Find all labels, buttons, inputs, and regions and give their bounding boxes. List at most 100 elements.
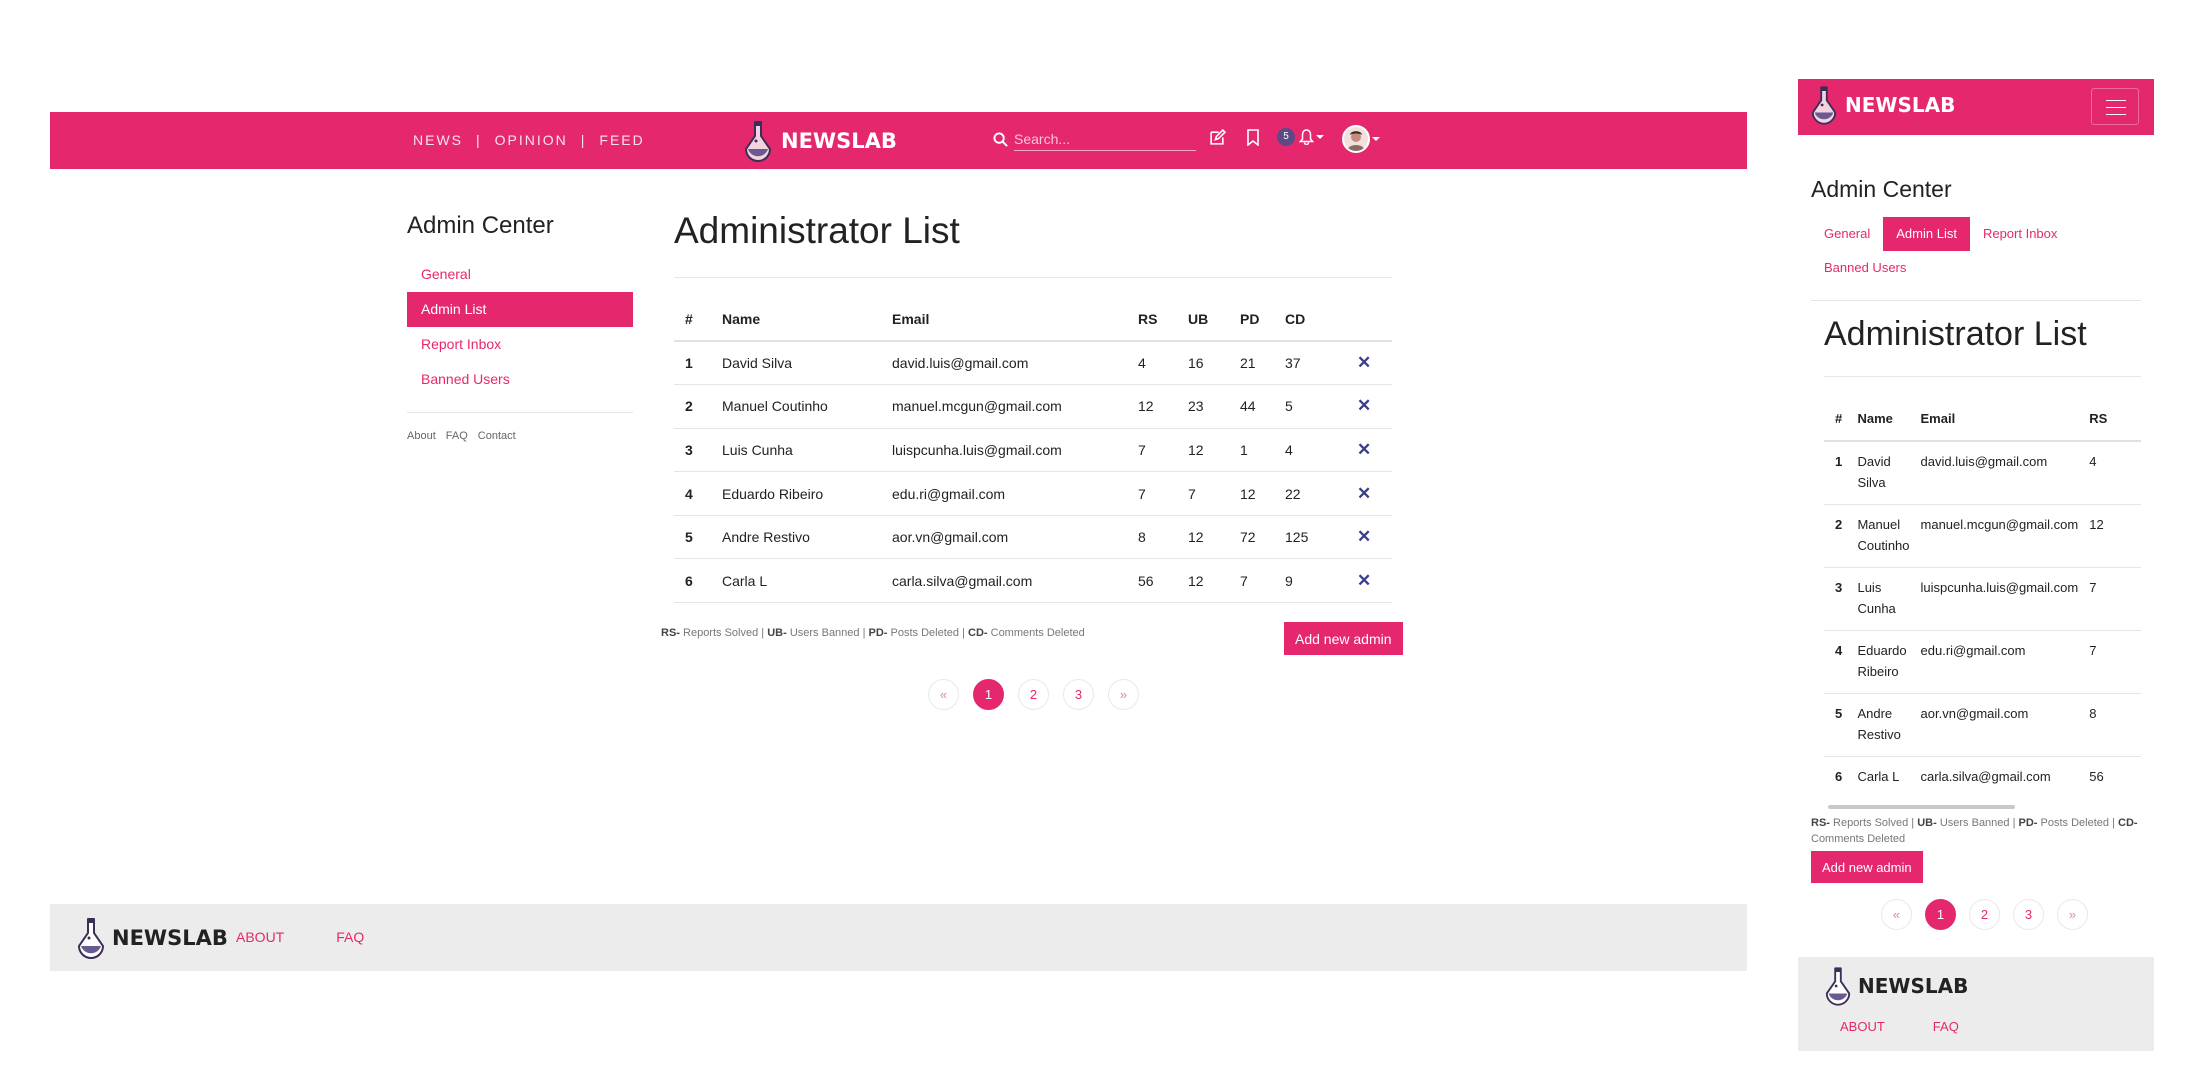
title-divider — [674, 277, 1392, 278]
cell-pd: 1 — [1229, 428, 1274, 473]
bookmark-icon[interactable] — [1246, 129, 1260, 146]
sidebar-link-contact[interactable]: Contact — [478, 430, 516, 442]
pagination-page-3[interactable]: 3 — [1063, 679, 1094, 710]
sidebar-item-banned-users[interactable]: Banned Users — [1811, 251, 1919, 285]
legend-key: PD- — [868, 627, 888, 639]
name-line: Luis — [1857, 579, 1882, 595]
name-line: Eduardo — [1857, 642, 1907, 658]
footer-brand[interactable]: NEWSLAB — [76, 916, 228, 960]
delete-admin-icon[interactable]: ✕ — [1357, 440, 1371, 459]
sidebar-item-report-inbox[interactable]: Report Inbox — [1970, 217, 2070, 251]
table-horizontal-scrollbar[interactable] — [1828, 805, 2015, 809]
sidebar-link-about[interactable]: About — [407, 430, 436, 442]
sidebar-link-faq[interactable]: FAQ — [446, 430, 468, 442]
sidebar-item-report-inbox[interactable]: Report Inbox — [407, 327, 633, 362]
notifications-toggle[interactable]: 5 — [1277, 128, 1324, 146]
search-input[interactable] — [1014, 128, 1196, 151]
user-menu-toggle[interactable] — [1342, 125, 1380, 153]
mobile-footer: NEWSLAB ABOUT FAQ — [1798, 957, 2154, 1051]
footer-link-about[interactable]: ABOUT — [1840, 1019, 1885, 1034]
user-avatar-icon — [1347, 131, 1365, 151]
cell-cd: 22 — [1274, 471, 1346, 516]
nav-link-opinion[interactable]: OPINION — [495, 132, 568, 148]
pagination-next[interactable]: » — [2057, 899, 2088, 930]
pagination-prev[interactable]: « — [1881, 899, 1912, 930]
menu-bar-icon — [2106, 114, 2126, 115]
cell-index: 1 — [1824, 441, 1847, 505]
delete-admin-icon[interactable]: ✕ — [1357, 353, 1371, 372]
cell-email: luispcunha.luis@gmail.com — [1909, 567, 2079, 631]
navbar-brand[interactable]: NEWSLAB — [743, 119, 897, 163]
table-row: 1 David Silva david.luis@gmail.com 4 16 21 37 ✕ — [674, 341, 1392, 386]
cell-rs: 8 — [1127, 515, 1177, 560]
mobile-column-legend: RS- Reports Solved | UB- Users Banned | … — [1811, 815, 2146, 847]
cell-name: Manuel Coutinho — [1846, 504, 1910, 568]
cell-index: 5 — [674, 515, 711, 560]
cell-actions: ✕ — [1346, 428, 1392, 473]
delete-admin-icon[interactable]: ✕ — [1357, 484, 1371, 503]
pagination-page-2[interactable]: 2 — [1018, 679, 1049, 710]
hamburger-menu-button[interactable] — [2091, 88, 2139, 125]
sidebar-item-admin-list[interactable]: Admin List — [1883, 217, 1970, 251]
cell-cd: 4 — [1274, 428, 1346, 473]
sidebar-footer-links: About FAQ Contact — [407, 430, 526, 442]
chevron-down-icon — [1316, 135, 1324, 139]
delete-admin-icon[interactable]: ✕ — [1357, 396, 1371, 415]
menu-bar-icon — [2106, 107, 2126, 108]
cell-rs: 56 — [1127, 558, 1177, 604]
cell-rs: 4 — [1127, 341, 1177, 386]
sidebar-menu: General Admin List Report Inbox Banned U… — [407, 257, 633, 397]
cell-index: 4 — [1824, 630, 1847, 694]
cell-pd: 21 — [1229, 341, 1274, 386]
pagination-prev[interactable]: « — [928, 679, 959, 710]
flask-logo-icon — [77, 918, 105, 959]
footer-link-about[interactable]: ABOUT — [236, 929, 284, 945]
cell-index: 3 — [674, 428, 711, 473]
table-row: 4 Eduardo Ribeiro edu.ri@gmail.com 7 7 12 22 ✕ — [674, 471, 1392, 516]
mobile-footer-brand[interactable]: NEWSLAB — [1824, 965, 1968, 1007]
cell-cd: 5 — [1274, 384, 1346, 429]
delete-admin-icon[interactable]: ✕ — [1357, 527, 1371, 546]
add-admin-button[interactable]: Add new admin — [1811, 851, 1923, 883]
pagination-page-1[interactable]: 1 — [1925, 899, 1956, 930]
sidebar-item-admin-list[interactable]: Admin List — [407, 292, 633, 327]
mobile-sidebar-divider — [1811, 300, 2141, 301]
pagination-page-3[interactable]: 3 — [2013, 899, 2044, 930]
footer-link-faq[interactable]: FAQ — [1933, 1019, 1959, 1034]
nav-link-news[interactable]: NEWS — [413, 132, 463, 148]
sidebar-item-general[interactable]: General — [407, 257, 633, 292]
nav-link-feed[interactable]: FEED — [599, 132, 644, 148]
sidebar-item-banned-users[interactable]: Banned Users — [407, 362, 633, 397]
delete-admin-icon[interactable]: ✕ — [1357, 571, 1371, 590]
top-navbar: NEWS | OPINION | FEED NEWSLAB Search... … — [50, 112, 1747, 169]
edit-icon[interactable] — [1209, 129, 1226, 146]
table-row: 3 Luis Cunha luispcunha.luis@gmail.com 7 — [1824, 567, 2164, 631]
table-row: 1 David Silva david.luis@gmail.com 4 — [1824, 441, 2164, 505]
column-header-name: Name — [711, 297, 881, 342]
add-admin-button[interactable]: Add new admin — [1284, 622, 1403, 655]
legend-key: CD- — [968, 627, 988, 639]
pagination-next[interactable]: » — [1108, 679, 1139, 710]
legend-separator: | — [1908, 817, 1918, 829]
cell-cd: 9 — [1274, 558, 1346, 604]
footer-link-faq[interactable]: FAQ — [336, 929, 364, 945]
mobile-sidebar-menu: General Admin List Report Inbox Banned U… — [1811, 217, 2141, 285]
cell-index: 4 — [674, 471, 711, 516]
cell-index: 3 — [1824, 567, 1847, 631]
mobile-page-title: Administrator List — [1824, 315, 2087, 353]
cell-cd: 37 — [1274, 341, 1346, 386]
footer-brand-name: NEWSLAB — [112, 926, 228, 950]
mobile-admin-table[interactable]: # Name Email RS 1 David Silva david.luis@gm… — [1824, 397, 2164, 798]
cell-index: 5 — [1824, 693, 1847, 757]
sidebar-item-general[interactable]: General — [1811, 217, 1883, 251]
cell-ub: 7 — [1177, 471, 1229, 516]
mobile-navbar-brand[interactable]: NEWSLAB — [1810, 84, 1955, 126]
cell-email: david.luis@gmail.com — [881, 341, 1127, 386]
pagination-page-1[interactable]: 1 — [973, 679, 1004, 710]
chevron-down-icon — [1372, 137, 1380, 141]
legend-separator: | — [2109, 817, 2118, 829]
cell-name: Eduardo Ribeiro — [711, 471, 881, 516]
legend-separator: | — [758, 627, 768, 639]
cell-name: Luis Cunha — [711, 428, 881, 473]
pagination-page-2[interactable]: 2 — [1969, 899, 2000, 930]
